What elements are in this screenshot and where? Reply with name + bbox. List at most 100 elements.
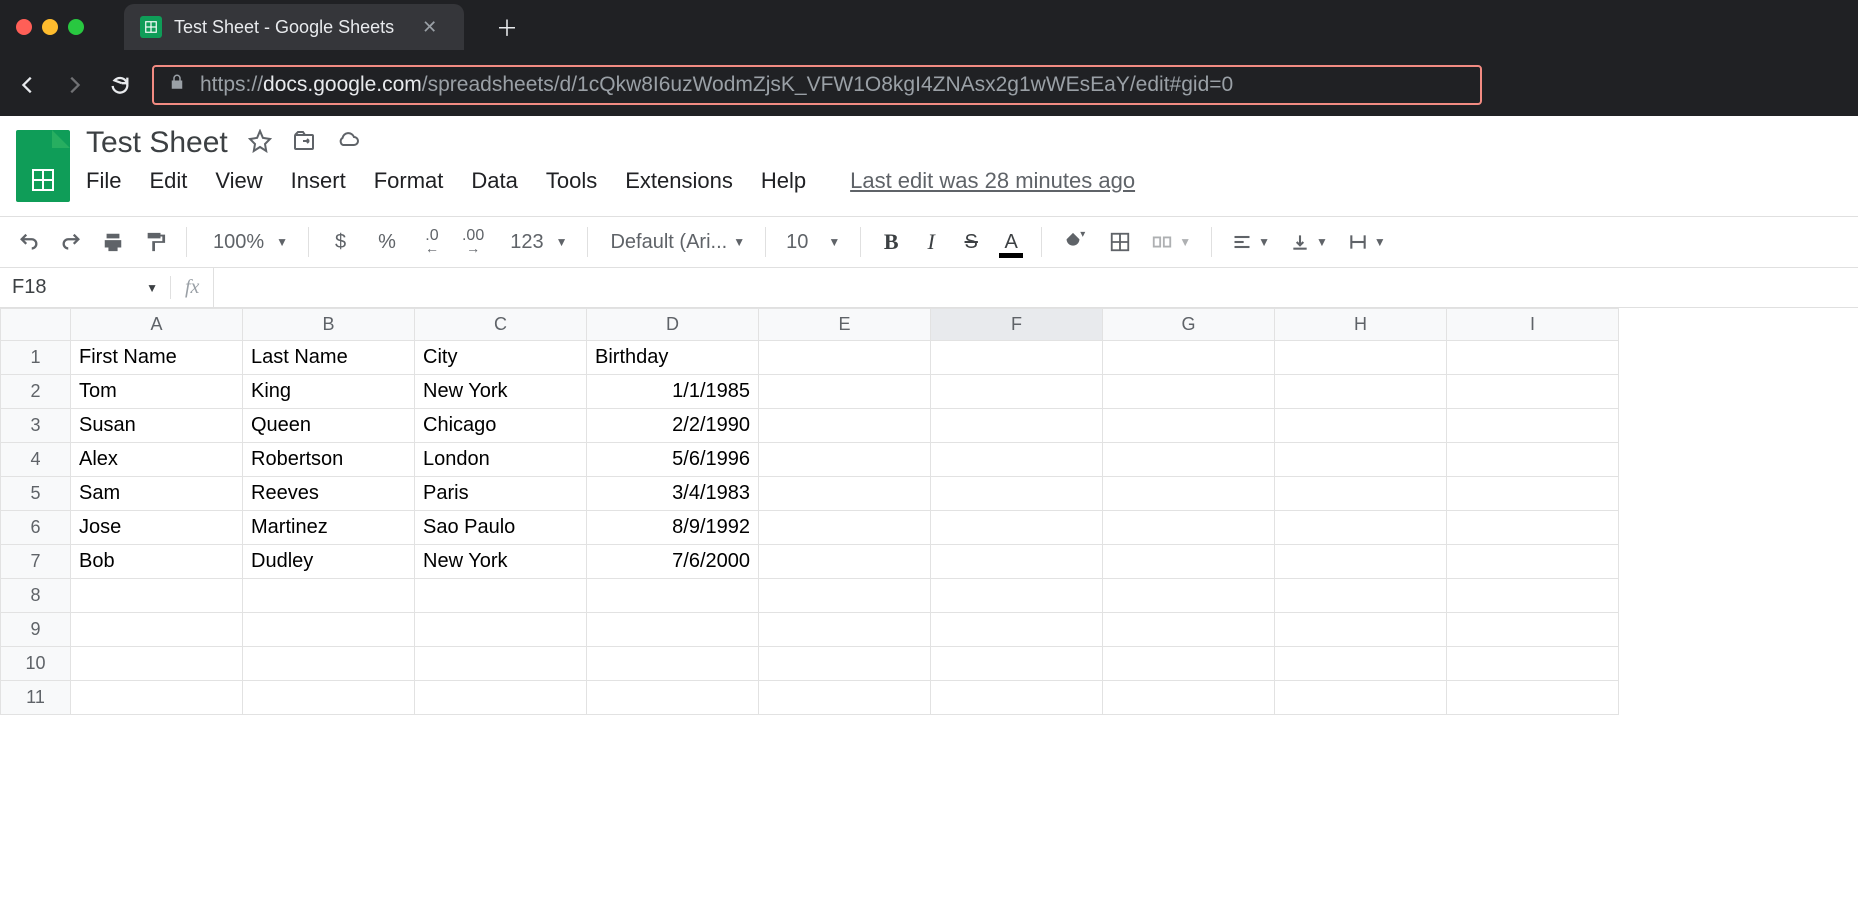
cell-C8[interactable]	[415, 579, 587, 613]
column-header-F[interactable]: F	[931, 309, 1103, 341]
text-wrap-button[interactable]: ▼	[1340, 224, 1394, 260]
cell-B3[interactable]: Queen	[243, 409, 415, 443]
cell-E2[interactable]	[759, 375, 931, 409]
column-header-H[interactable]: H	[1275, 309, 1447, 341]
cell-G5[interactable]	[1103, 477, 1275, 511]
cell-E4[interactable]	[759, 443, 931, 477]
cell-B1[interactable]: Last Name	[243, 341, 415, 375]
zoom-select[interactable]: 100%▼	[199, 224, 296, 260]
cell-F5[interactable]	[931, 477, 1103, 511]
row-header-8[interactable]: 8	[1, 579, 71, 613]
paint-format-button[interactable]	[136, 224, 174, 260]
cell-I3[interactable]	[1447, 409, 1619, 443]
undo-button[interactable]	[10, 224, 48, 260]
row-header-4[interactable]: 4	[1, 443, 71, 477]
cell-D11[interactable]	[587, 681, 759, 715]
bold-button[interactable]: B	[873, 224, 909, 260]
back-button[interactable]	[16, 73, 40, 97]
increase-decimal-button[interactable]: .00→	[454, 224, 492, 260]
cell-A4[interactable]: Alex	[71, 443, 243, 477]
cell-I5[interactable]	[1447, 477, 1619, 511]
reload-button[interactable]	[108, 73, 132, 97]
currency-button[interactable]: $	[321, 224, 360, 260]
cell-E7[interactable]	[759, 545, 931, 579]
menu-tools[interactable]: Tools	[546, 168, 597, 194]
cell-I10[interactable]	[1447, 647, 1619, 681]
cell-C2[interactable]: New York	[415, 375, 587, 409]
row-header-3[interactable]: 3	[1, 409, 71, 443]
cell-B2[interactable]: King	[243, 375, 415, 409]
menu-help[interactable]: Help	[761, 168, 806, 194]
borders-button[interactable]	[1101, 224, 1139, 260]
cell-D4[interactable]: 5/6/1996	[587, 443, 759, 477]
close-tab-icon[interactable]: ✕	[422, 17, 437, 38]
cell-F9[interactable]	[931, 613, 1103, 647]
move-icon[interactable]	[292, 129, 316, 158]
cell-D6[interactable]: 8/9/1992	[587, 511, 759, 545]
cell-G4[interactable]	[1103, 443, 1275, 477]
cell-H5[interactable]	[1275, 477, 1447, 511]
cell-G9[interactable]	[1103, 613, 1275, 647]
cell-F1[interactable]	[931, 341, 1103, 375]
row-header-9[interactable]: 9	[1, 613, 71, 647]
cell-E6[interactable]	[759, 511, 931, 545]
strikethrough-button[interactable]: S	[953, 224, 989, 260]
cell-C11[interactable]	[415, 681, 587, 715]
cell-B4[interactable]: Robertson	[243, 443, 415, 477]
cell-A6[interactable]: Jose	[71, 511, 243, 545]
cell-C4[interactable]: London	[415, 443, 587, 477]
menu-data[interactable]: Data	[471, 168, 517, 194]
column-header-D[interactable]: D	[587, 309, 759, 341]
cell-C3[interactable]: Chicago	[415, 409, 587, 443]
vertical-align-button[interactable]: ▼	[1282, 224, 1336, 260]
cell-F7[interactable]	[931, 545, 1103, 579]
forward-button[interactable]	[62, 73, 86, 97]
cell-D10[interactable]	[587, 647, 759, 681]
sheets-app-icon[interactable]	[16, 130, 70, 202]
cell-I2[interactable]	[1447, 375, 1619, 409]
row-header-11[interactable]: 11	[1, 681, 71, 715]
cell-E1[interactable]	[759, 341, 931, 375]
cell-H2[interactable]	[1275, 375, 1447, 409]
cell-I11[interactable]	[1447, 681, 1619, 715]
menu-view[interactable]: View	[215, 168, 262, 194]
cell-B6[interactable]: Martinez	[243, 511, 415, 545]
cell-I9[interactable]	[1447, 613, 1619, 647]
cell-F11[interactable]	[931, 681, 1103, 715]
cell-A10[interactable]	[71, 647, 243, 681]
star-icon[interactable]	[248, 129, 272, 158]
cell-H7[interactable]	[1275, 545, 1447, 579]
font-family-select[interactable]: Default (Ari...▼	[600, 224, 753, 260]
cell-C7[interactable]: New York	[415, 545, 587, 579]
cell-H11[interactable]	[1275, 681, 1447, 715]
url-input[interactable]: https://docs.google.com/spreadsheets/d/1…	[152, 65, 1482, 105]
column-header-A[interactable]: A	[71, 309, 243, 341]
row-header-2[interactable]: 2	[1, 375, 71, 409]
cell-G1[interactable]	[1103, 341, 1275, 375]
cell-B9[interactable]	[243, 613, 415, 647]
browser-tab[interactable]: Test Sheet - Google Sheets ✕	[124, 4, 464, 50]
cell-A5[interactable]: Sam	[71, 477, 243, 511]
cell-F10[interactable]	[931, 647, 1103, 681]
decrease-decimal-button[interactable]: .0←	[414, 224, 450, 260]
merge-cells-button[interactable]: ▼	[1143, 224, 1199, 260]
cell-C5[interactable]: Paris	[415, 477, 587, 511]
close-window-button[interactable]	[16, 19, 32, 35]
cell-H1[interactable]	[1275, 341, 1447, 375]
cell-E10[interactable]	[759, 647, 931, 681]
cell-B5[interactable]: Reeves	[243, 477, 415, 511]
cell-D5[interactable]: 3/4/1983	[587, 477, 759, 511]
italic-button[interactable]: I	[913, 224, 949, 260]
cell-A7[interactable]: Bob	[71, 545, 243, 579]
cell-D7[interactable]: 7/6/2000	[587, 545, 759, 579]
cell-G3[interactable]	[1103, 409, 1275, 443]
row-header-10[interactable]: 10	[1, 647, 71, 681]
cell-G10[interactable]	[1103, 647, 1275, 681]
cell-I1[interactable]	[1447, 341, 1619, 375]
cell-D1[interactable]: Birthday	[587, 341, 759, 375]
cell-H9[interactable]	[1275, 613, 1447, 647]
cell-F4[interactable]	[931, 443, 1103, 477]
cell-D8[interactable]	[587, 579, 759, 613]
cell-E9[interactable]	[759, 613, 931, 647]
cell-B11[interactable]	[243, 681, 415, 715]
